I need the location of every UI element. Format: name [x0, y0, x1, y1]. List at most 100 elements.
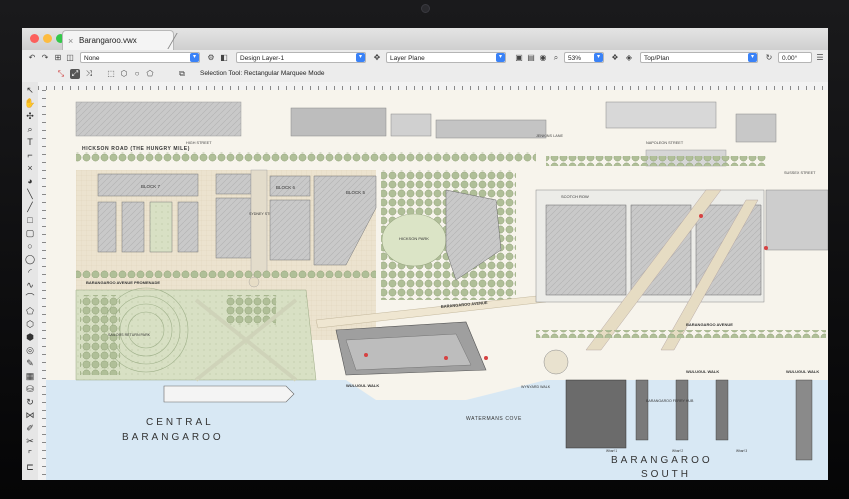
plane-dropdown[interactable]: Layer Plane ▾: [386, 52, 506, 63]
class-dropdown[interactable]: None ▾: [80, 52, 200, 63]
block-label: BLOCK 7: [141, 184, 161, 189]
marker: [364, 353, 368, 357]
reshape-tool-icon[interactable]: ✐: [24, 422, 36, 434]
document-tab[interactable]: × Barangaroo.vwx: [62, 30, 174, 51]
building-roof: [345, 333, 472, 371]
chevron-down-icon: ▾: [356, 53, 365, 62]
block-label: BLOCK 6: [276, 185, 296, 190]
class-icon[interactable]: ◫: [65, 53, 75, 63]
marker: [699, 214, 703, 218]
locus-tool-icon[interactable]: ×: [24, 162, 36, 174]
tool-palette: ↖ ✋ ✣ ⌕ T ⌐ × ◕ ╲ ╱ □ ▢ ○ ◯ ◜ ∿ ⌒ ⬠ ⬡ ⬢ …: [22, 82, 39, 480]
pan-tool-icon[interactable]: ✋: [24, 97, 36, 109]
callout-tool-icon[interactable]: ⌐: [24, 149, 36, 161]
wharf: [565, 379, 627, 449]
marker: [764, 246, 768, 250]
view-dropdown[interactable]: Top/Plan ▾: [640, 52, 758, 63]
split-tool-icon[interactable]: ✂: [24, 435, 36, 447]
class-visibility-icon[interactable]: ⊞: [53, 53, 63, 63]
projection-icon[interactable]: ❖: [610, 53, 620, 63]
chevron-down-icon: ▾: [748, 53, 757, 62]
street-label: WULUGUL WALK: [686, 369, 719, 374]
fillet-tool-icon[interactable]: ⌜: [24, 448, 36, 460]
single-object-mode-icon[interactable]: ⤢: [70, 69, 80, 79]
zoom-dropdown[interactable]: 53% ▾: [564, 52, 604, 63]
list-icon[interactable]: ☰: [815, 53, 825, 63]
render-mode-icon[interactable]: ◉: [538, 53, 548, 63]
flyover-tool-icon[interactable]: ✣: [24, 110, 36, 122]
zoom-tool-icon[interactable]: ⌕: [24, 123, 36, 135]
rectangular-marquee-icon[interactable]: ⬚: [106, 69, 116, 79]
app-window: × Barangaroo.vwx ↶ ↷ ⊞ ◫ None ▾ ⚙ ◧ Desi…: [22, 28, 828, 480]
selection-tool-icon[interactable]: ↖: [24, 84, 36, 96]
selection-options-icon[interactable]: ⧉: [177, 69, 187, 79]
standard-view-icon[interactable]: ▣: [514, 53, 524, 63]
place-label: Wharf 3: [736, 449, 747, 453]
tree-row: [536, 330, 826, 338]
lasso-marquee-icon[interactable]: ○: [132, 69, 142, 79]
view-cube-icon[interactable]: ◈: [624, 53, 634, 63]
wharf: [635, 379, 649, 441]
building: [269, 199, 311, 261]
mirror-tool-icon[interactable]: ⋈: [24, 409, 36, 421]
spiral-tool-icon[interactable]: ◎: [24, 344, 36, 356]
building: [97, 201, 117, 253]
existing-building: [605, 101, 717, 129]
roundabout: [543, 349, 569, 375]
rotate-tool-icon[interactable]: ↻: [24, 396, 36, 408]
close-window-button[interactable]: [30, 34, 39, 43]
place-label: Wharf 2: [672, 449, 683, 453]
layer-visibility-icon[interactable]: ◧: [219, 53, 229, 63]
layer-dropdown[interactable]: Design Layer-1 ▾: [236, 52, 366, 63]
precinct-label: BARANGAROO: [611, 455, 713, 466]
regular-polygon-tool-icon[interactable]: ⬢: [24, 331, 36, 343]
tree-row: [546, 156, 766, 166]
paint-bucket-tool-icon[interactable]: ⛁: [24, 383, 36, 395]
symbol-tool-icon[interactable]: ◕: [24, 175, 36, 187]
site-plan: HIGH STREET JENKINS LANE NAPOLEON STREET…: [46, 90, 828, 480]
zoom-icon[interactable]: ⌕: [551, 53, 561, 63]
arrow-forward-icon[interactable]: ↷: [40, 53, 50, 63]
precinct-label: BARANGAROO: [122, 432, 224, 443]
view-bar: ↶ ↷ ⊞ ◫ None ▾ ⚙ ◧ Design Layer-1 ▾ ✥ La…: [22, 50, 828, 67]
existing-building: [75, 101, 242, 137]
freeform-marquee-icon[interactable]: ⬠: [145, 69, 155, 79]
freehand-tool-icon[interactable]: ∿: [24, 279, 36, 291]
arrow-back-icon[interactable]: ↶: [27, 53, 37, 63]
title-bar: × Barangaroo.vwx: [22, 28, 828, 51]
rotate-plan-icon[interactable]: ↻: [764, 53, 774, 63]
rectangle-tool-icon[interactable]: □: [24, 214, 36, 226]
place-label: WATERMANS COVE: [466, 416, 522, 422]
polyline-tool-icon[interactable]: ⌒: [24, 292, 36, 304]
close-tab-icon[interactable]: ×: [68, 31, 73, 51]
precinct-label: CENTRAL: [146, 417, 214, 428]
rotation-value: 0.00°: [782, 55, 798, 62]
view-dropdown-value: Top/Plan: [644, 55, 670, 62]
rotation-field[interactable]: 0.00°: [778, 52, 812, 63]
attribute-mapping-tool-icon[interactable]: ▦: [24, 370, 36, 382]
polygon-tool-icon[interactable]: ⬠: [24, 305, 36, 317]
double-polygon-tool-icon[interactable]: ⬡: [24, 318, 36, 330]
offset-tool-icon[interactable]: ⊏: [24, 461, 36, 473]
existing-building: [435, 119, 547, 139]
arc-tool-icon[interactable]: ◜: [24, 266, 36, 278]
multiple-reshape-icon[interactable]: ⤨: [84, 69, 94, 79]
double-line-tool-icon[interactable]: ╱: [24, 201, 36, 213]
flyover-icon[interactable]: ▤: [526, 53, 536, 63]
circle-tool-icon[interactable]: ○: [24, 240, 36, 252]
street-label: JENKINS LANE: [536, 134, 563, 138]
text-tool-icon[interactable]: T: [24, 136, 36, 148]
eyedropper-tool-icon[interactable]: ✎: [24, 357, 36, 369]
rounded-rect-tool-icon[interactable]: ▢: [24, 227, 36, 239]
plane-icon[interactable]: ✥: [372, 53, 382, 63]
polygon-marquee-icon[interactable]: ⬡: [119, 69, 129, 79]
oval-tool-icon[interactable]: ◯: [24, 253, 36, 265]
gear-icon[interactable]: ⚙: [206, 53, 216, 63]
tree-row: [76, 152, 536, 162]
disable-snap-icon[interactable]: ⤡: [56, 69, 66, 79]
place-label: HICKSON PARK: [399, 236, 429, 241]
drawing-canvas[interactable]: HIGH STREET JENKINS LANE NAPOLEON STREET…: [46, 90, 828, 480]
building: [121, 201, 145, 253]
minimize-window-button[interactable]: [43, 34, 52, 43]
line-tool-icon[interactable]: ╲: [24, 188, 36, 200]
